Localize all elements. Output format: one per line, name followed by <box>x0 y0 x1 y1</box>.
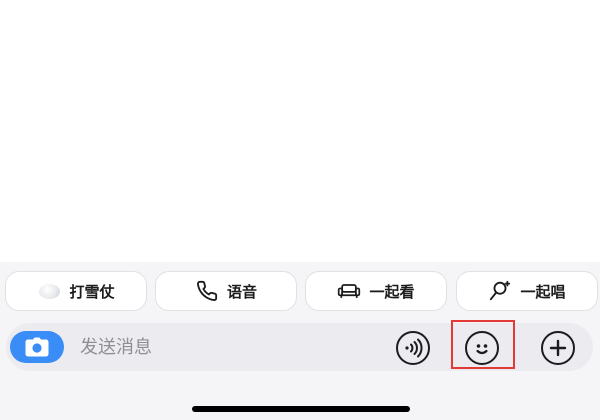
quick-action-sing-together[interactable]: 一起唱 <box>456 271 598 311</box>
camera-icon <box>25 337 49 357</box>
voice-wave-icon <box>405 338 423 358</box>
microphone-icon <box>488 279 512 303</box>
phone-icon <box>195 279 219 303</box>
quick-action-label: 一起唱 <box>520 282 566 301</box>
quick-action-label: 一起看 <box>369 282 415 301</box>
more-options-button[interactable] <box>541 331 575 365</box>
voice-input-button[interactable] <box>396 331 430 365</box>
message-input-field[interactable]: 发送消息 <box>80 334 152 362</box>
home-indicator[interactable] <box>192 406 410 412</box>
snowball-icon <box>37 279 61 303</box>
camera-button[interactable] <box>10 331 64 363</box>
quick-action-snowball-fight[interactable]: 打雪仗 <box>5 271 147 311</box>
quick-action-label: 语音 <box>226 282 257 301</box>
sofa-icon <box>337 279 361 303</box>
quick-action-label: 打雪仗 <box>69 282 115 301</box>
emoji-highlight-box <box>451 320 515 369</box>
chat-message-area <box>0 0 600 262</box>
quick-action-watch-together[interactable]: 一起看 <box>305 271 447 311</box>
quick-action-voice-call[interactable]: 语音 <box>155 271 297 311</box>
plus-icon <box>549 339 567 357</box>
